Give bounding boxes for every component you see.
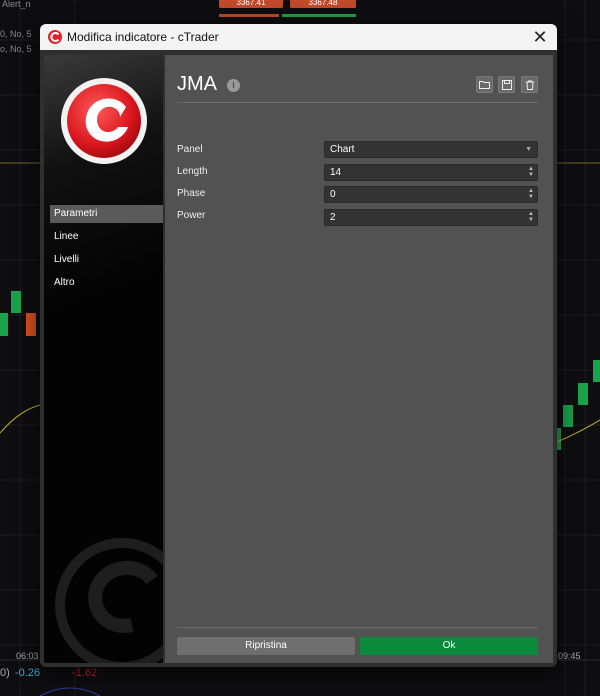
bottom-prefix: 0) <box>0 667 10 679</box>
header-separator <box>177 102 538 103</box>
sidebar: Parametri Linee Livelli Altro <box>44 55 163 663</box>
bottom-value-1: -0.26 <box>15 667 41 679</box>
buy-bar <box>282 14 356 17</box>
sidebar-item-linee[interactable]: Linee <box>50 228 163 246</box>
time-label-left: 06:03 <box>16 651 39 661</box>
folder-icon[interactable] <box>476 76 493 93</box>
chevron-down-icon: ▼ <box>525 146 532 153</box>
length-value: 14 <box>330 167 342 178</box>
chart-left-label-2: o, No, 5 <box>0 44 32 54</box>
time-label-right: 09:45 <box>558 651 581 661</box>
ok-button[interactable]: Ok <box>360 637 538 655</box>
sidebar-item-livelli[interactable]: Livelli <box>50 251 163 269</box>
window-title: Modifica indicatore - cTrader <box>67 30 219 44</box>
power-stepper[interactable]: 2 ▲ ▼ <box>324 209 538 226</box>
close-icon[interactable]: ✕ <box>529 26 551 48</box>
chart-left-label-1: 0, No, 5 <box>0 29 32 39</box>
info-icon[interactable]: i <box>227 79 240 92</box>
price-chip-sell[interactable]: 3367.41 <box>219 0 283 8</box>
panel-select-value: Chart <box>330 144 355 155</box>
power-value: 2 <box>330 212 336 223</box>
sidebar-item-altro[interactable]: Altro <box>50 274 163 292</box>
param-label-length: Length <box>177 166 208 177</box>
spinner-icon[interactable]: ▲ ▼ <box>528 211 534 223</box>
phase-value: 0 <box>330 189 336 200</box>
param-label-power: Power <box>177 210 206 221</box>
sell-bar <box>219 14 279 17</box>
indicator-name: JMA <box>177 73 217 95</box>
modify-indicator-dialog: Modifica indicatore - cTrader ✕ Parametr… <box>40 24 557 667</box>
chart-alert-label: Alert_n <box>2 0 31 9</box>
ctrader-logo <box>61 78 147 164</box>
spinner-icon[interactable]: ▲ ▼ <box>528 188 534 200</box>
sidebar-item-parametri[interactable]: Parametri <box>50 205 163 223</box>
trash-icon[interactable] <box>521 76 538 93</box>
ctrader-watermark <box>55 538 163 663</box>
ctrader-icon <box>48 30 62 44</box>
param-label-phase: Phase <box>177 188 206 199</box>
reset-button[interactable]: Ripristina <box>177 637 355 655</box>
panel-select[interactable]: Chart ▼ <box>324 141 538 158</box>
price-chip-buy[interactable]: 3367.48 <box>290 0 356 8</box>
save-icon[interactable] <box>498 76 515 93</box>
footer-separator <box>177 627 538 628</box>
param-label-panel: Panel <box>177 144 203 155</box>
length-stepper[interactable]: 14 ▲ ▼ <box>324 164 538 181</box>
title-bar[interactable]: Modifica indicatore - cTrader ✕ <box>40 24 557 50</box>
content-panel: JMA i Panel Chart ▼ Length 14 ▲ ▼ Phase 0… <box>165 55 553 663</box>
phase-stepper[interactable]: 0 ▲ ▼ <box>324 186 538 203</box>
spinner-icon[interactable]: ▲ ▼ <box>528 166 534 178</box>
bottom-value-2: -1.62 <box>72 667 98 679</box>
